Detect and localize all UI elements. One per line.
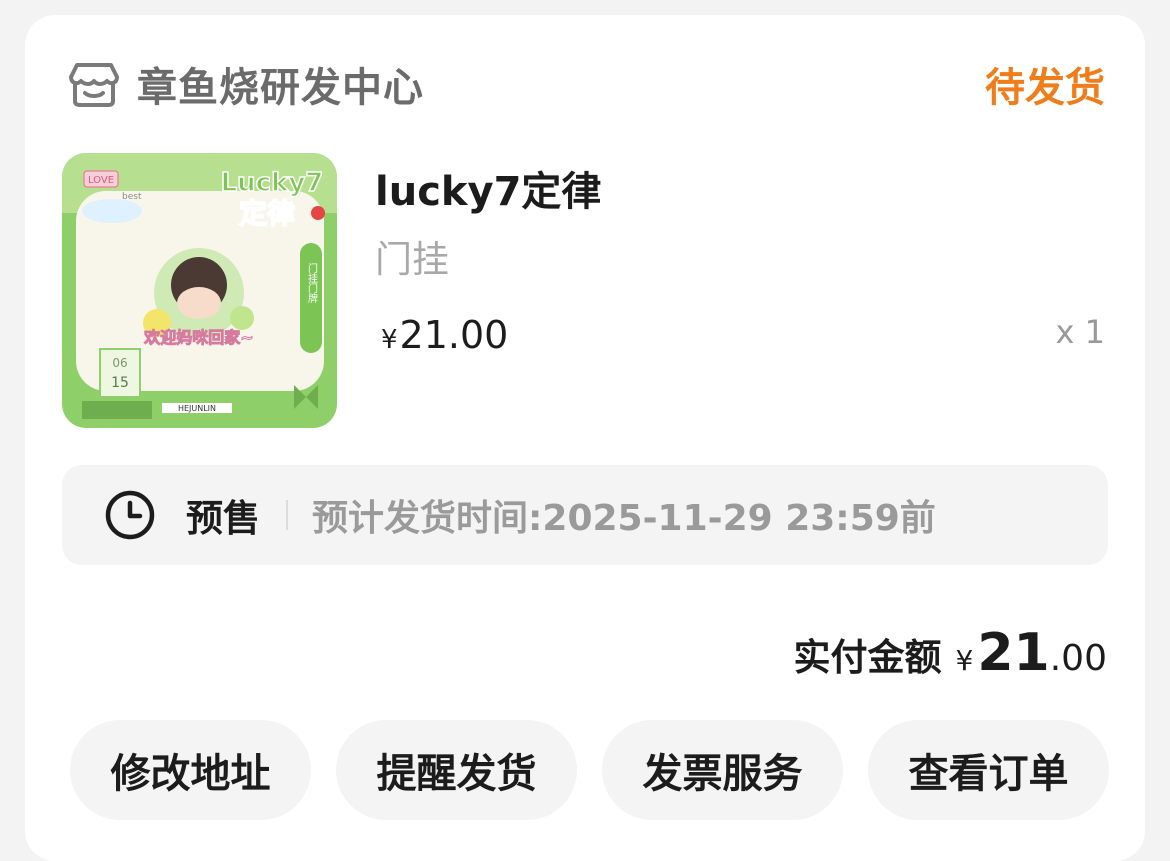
- shop-header[interactable]: 章鱼烧研发中心: [67, 59, 424, 111]
- action-bar: 修改地址 提醒发货 发票服务 查看订单: [70, 720, 1109, 820]
- product-image[interactable]: LOVE best Lucky7 定律 门挂门牌 欢迎妈咪回家~ 06 15 H…: [62, 153, 337, 428]
- total-label: 实付金额: [793, 636, 942, 679]
- total-paid: 实付金额 ¥ 21 .00: [794, 623, 1107, 683]
- product-quantity: x 1: [1055, 313, 1105, 351]
- remind-shipping-button[interactable]: 提醒发货: [336, 720, 577, 820]
- order-card[interactable]: 章鱼烧研发中心 待发货 LOVE best Lucky7 定律 门挂门牌 欢迎妈…: [25, 15, 1145, 861]
- shop-icon: [69, 63, 119, 107]
- image-title-en: Lucky7: [221, 168, 324, 198]
- presale-label: 预售: [186, 497, 260, 540]
- order-status: 待发货: [985, 65, 1105, 111]
- modify-address-button[interactable]: 修改地址: [70, 720, 311, 820]
- product-price: ¥ 21.00: [381, 313, 508, 357]
- product-title[interactable]: lucky7定律: [375, 159, 601, 217]
- image-date-bottom: 15: [111, 375, 129, 391]
- price-value: 21.00: [399, 313, 509, 357]
- total-integer: 21: [977, 623, 1050, 683]
- divider: [286, 500, 288, 530]
- presale-ship-time: 预计发货时间:2025-11-29 23:59前: [312, 498, 936, 539]
- image-best-badge: best: [122, 192, 142, 202]
- image-side-tag: 门挂门牌: [306, 262, 318, 304]
- image-title-cn: 定律: [239, 197, 295, 230]
- shop-name[interactable]: 章鱼烧研发中心: [137, 55, 424, 113]
- product-artwork: LOVE best Lucky7 定律 门挂门牌 欢迎妈咪回家~ 06 15 H…: [62, 153, 337, 428]
- product-variant: 门挂: [375, 238, 449, 281]
- view-order-button[interactable]: 查看订单: [868, 720, 1109, 820]
- image-name-tag: HEJUNLIN: [178, 404, 216, 413]
- clock-icon: [105, 490, 155, 540]
- image-date-top: 06: [112, 356, 127, 370]
- price-currency: ¥: [381, 325, 398, 355]
- image-welcome-text: 欢迎妈咪回家~: [143, 328, 253, 347]
- invoice-service-button[interactable]: 发票服务: [602, 720, 843, 820]
- total-decimal: .00: [1049, 638, 1107, 679]
- image-love-badge: LOVE: [88, 175, 114, 186]
- presale-notice: 预售 预计发货时间:2025-11-29 23:59前: [62, 465, 1108, 565]
- total-currency: ¥: [955, 644, 974, 677]
